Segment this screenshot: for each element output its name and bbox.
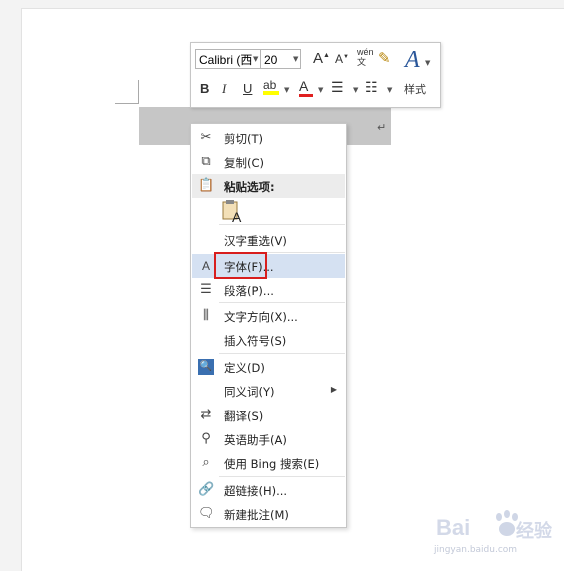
hyperlink-icon: 🔗 — [198, 482, 215, 497]
menu-item-label: 定义(D) — [224, 361, 265, 375]
english-assistant-icon: ⚲ — [201, 431, 211, 446]
menu-item-cut[interactable]: ✂ 剪切(T) — [192, 126, 345, 150]
menu-item-label: 插入符号(S) — [224, 334, 287, 348]
menu-item-copy[interactable]: ⧉ 复制(C) — [192, 150, 345, 174]
menu-item-label: 剪切(T) — [224, 132, 263, 146]
menu-separator — [219, 224, 345, 225]
font-name-box[interactable]: Calibri (西 — [195, 49, 261, 69]
mini-toolbar: Calibri (西 ▼ 20 ▼ A▲ A▼ wén 文 ✎ A ▼ 样式 B … — [190, 42, 441, 108]
context-menu: ✂ 剪切(T) ⧉ 复制(C) 📋 粘贴选项: 汉字重选(V) A 字体(F).… — [190, 123, 347, 528]
bullets-dropdown-icon[interactable]: ▼ — [353, 86, 358, 94]
menu-item-label: 英语助手(A) — [224, 433, 287, 447]
font-color-dropdown-icon[interactable]: ▼ — [318, 86, 323, 94]
paste-keep-text-only-button[interactable]: A — [222, 199, 244, 225]
paragraph-mark-icon: ↵ — [377, 121, 387, 134]
styles-dropdown-icon[interactable]: ▼ — [425, 59, 430, 67]
menu-item-label: 超链接(H)... — [224, 484, 288, 498]
font-name-value: Calibri (西 — [199, 53, 253, 67]
menu-item-translate[interactable]: ⇄ 翻译(S) — [192, 403, 345, 427]
font-name-dropdown-icon[interactable]: ▼ — [253, 55, 258, 63]
menu-item-label: 复制(C) — [224, 156, 265, 170]
menu-item-bing-search[interactable]: ⌕ 使用 Bing 搜索(E) — [192, 451, 345, 475]
menu-item-label: 同义词(Y) — [224, 385, 275, 399]
styles-label: 样式 — [404, 83, 426, 96]
menu-header-paste-options: 📋 粘贴选项: — [192, 174, 345, 198]
menu-item-label: 使用 Bing 搜索(E) — [224, 457, 320, 471]
menu-item-label: 翻译(S) — [224, 409, 264, 423]
numbering-icon[interactable]: ☷ — [365, 79, 378, 96]
watermark-url: jingyan.baidu.com — [434, 545, 518, 555]
bullets-icon[interactable]: ☰ — [331, 79, 344, 96]
menu-item-paragraph[interactable]: ☰ 段落(P)... — [192, 278, 345, 302]
highlight-annotation-box — [214, 252, 267, 279]
phonetic-guide-icon[interactable]: wén 文 — [357, 47, 374, 67]
numbering-dropdown-icon[interactable]: ▼ — [387, 86, 392, 94]
shrink-font-icon[interactable]: A▼ — [335, 52, 349, 66]
watermark-brand: Bai — [436, 515, 471, 540]
font-color-icon[interactable]: A — [299, 78, 313, 97]
paragraph-icon: ☰ — [200, 282, 212, 297]
menu-item-label: 段落(P)... — [224, 284, 274, 298]
styles-icon[interactable]: A — [405, 47, 420, 74]
menu-item-label: 新建批注(M) — [224, 508, 289, 522]
menu-separator — [219, 476, 345, 477]
copy-icon: ⧉ — [201, 154, 211, 169]
define-icon: 🔍 — [198, 359, 214, 375]
font-size-dropdown-icon[interactable]: ▼ — [293, 55, 298, 63]
grow-font-icon[interactable]: A▲ — [313, 50, 330, 67]
text-direction-icon: ⫼ — [203, 308, 209, 323]
menu-item-new-comment[interactable]: 🗨 新建批注(M) — [192, 502, 345, 526]
menu-item-label: 粘贴选项: — [224, 180, 275, 194]
menu-item-define[interactable]: 🔍 定义(D) — [192, 355, 345, 379]
menu-item-label: 文字方向(X)... — [224, 310, 298, 324]
menu-item-reconvert[interactable]: 汉字重选(V) — [192, 228, 345, 252]
paste-text-only-icon: A — [222, 200, 242, 225]
menu-item-hyperlink[interactable]: 🔗 超链接(H)... — [192, 478, 345, 502]
new-comment-icon: 🗨 — [198, 506, 215, 521]
menu-item-english-assistant[interactable]: ⚲ 英语助手(A) — [192, 427, 345, 451]
bing-search-icon: ⌕ — [202, 455, 210, 470]
menu-item-synonyms[interactable]: 同义词(Y) ▶ — [192, 379, 345, 403]
margin-mark — [115, 103, 139, 104]
baidu-jingyan-watermark: Bai 经验 jingyan.baidu.com — [430, 503, 560, 563]
menu-separator — [219, 353, 345, 354]
italic-icon[interactable]: I — [222, 81, 226, 97]
margin-mark-vertical — [138, 80, 139, 104]
menu-item-label: 汉字重选(V) — [224, 234, 287, 248]
paste-icon: 📋 — [198, 178, 215, 193]
menu-separator — [219, 302, 345, 303]
menu-item-insert-symbol[interactable]: 插入符号(S) — [192, 328, 345, 352]
format-painter-icon[interactable]: ✎ — [378, 49, 391, 67]
font-size-value: 20 — [264, 53, 278, 67]
menu-item-text-direction[interactable]: ⫼ 文字方向(X)... — [192, 304, 345, 328]
svg-text:A: A — [232, 209, 242, 223]
highlight-dropdown-icon[interactable]: ▼ — [284, 86, 289, 94]
watermark-brand-cn: 经验 — [516, 521, 552, 542]
translate-icon: ⇄ — [200, 407, 212, 422]
font-icon: A — [201, 259, 210, 273]
scissors-icon: ✂ — [200, 130, 212, 145]
bold-icon[interactable]: B — [200, 81, 209, 96]
submenu-arrow-icon: ▶ — [330, 385, 337, 394]
underline-icon[interactable]: U — [243, 81, 252, 96]
highlight-icon[interactable]: ab — [263, 78, 279, 95]
